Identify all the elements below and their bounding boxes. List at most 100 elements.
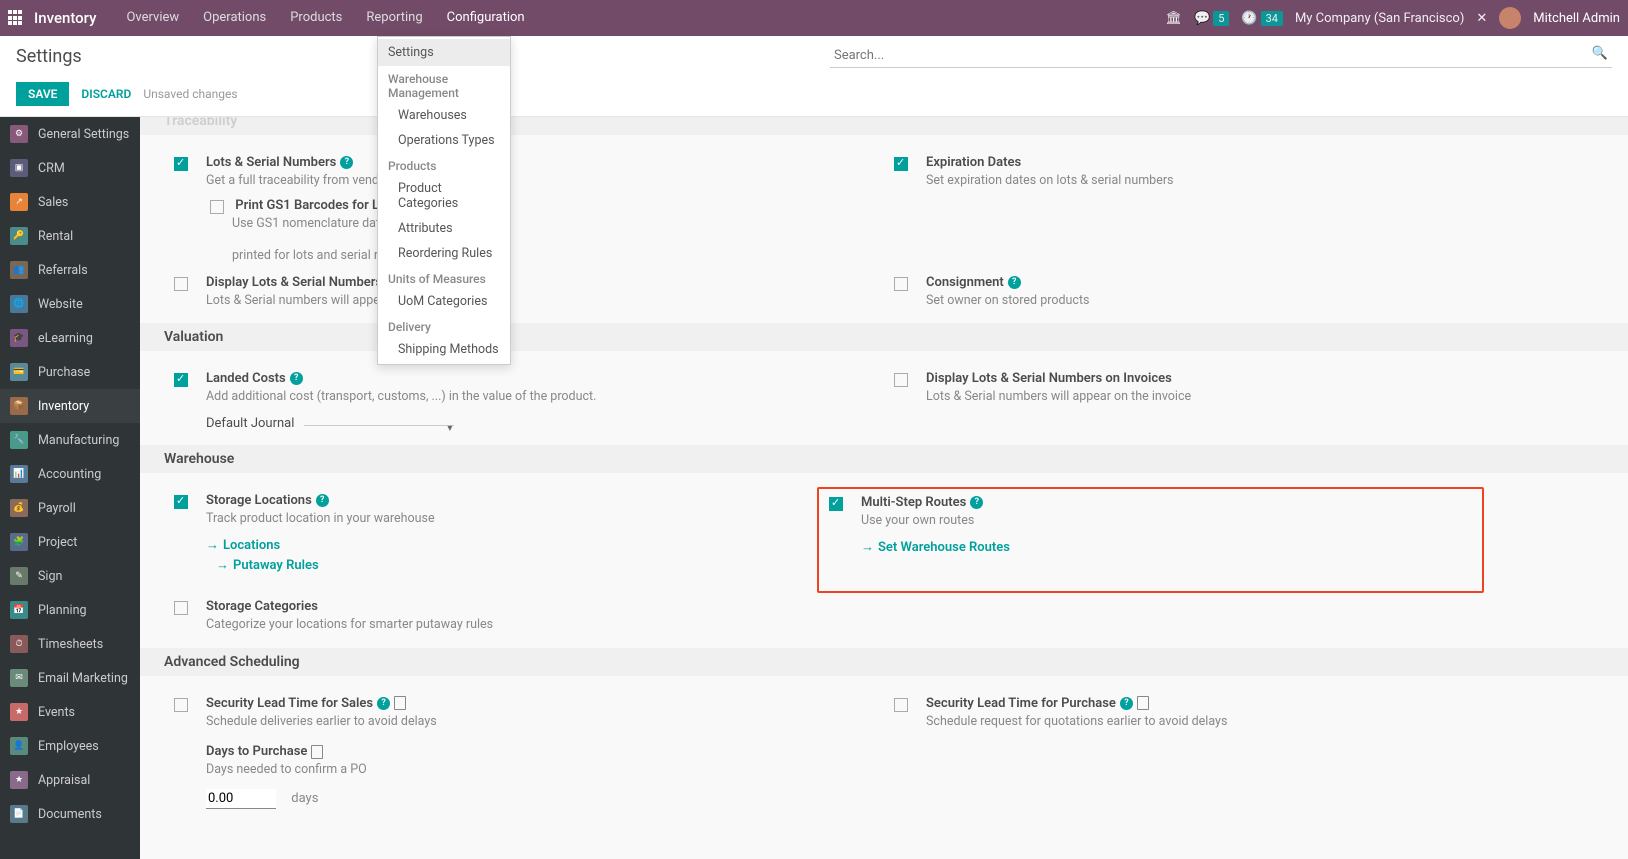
sidebar-item-referrals[interactable]: 👥 Referrals: [0, 253, 140, 287]
help-icon[interactable]: ?: [340, 156, 353, 169]
user-name[interactable]: Mitchell Admin: [1533, 11, 1620, 26]
setting-title: Display Lots & Serial Numbers o: [206, 275, 874, 290]
checkbox-display-lots-delivery[interactable]: [174, 277, 188, 291]
dropdown-warehouses[interactable]: Warehouses: [378, 103, 510, 128]
checkbox-lots-serial[interactable]: [174, 157, 188, 171]
menu-overview[interactable]: Overview: [114, 0, 191, 36]
sidebar-item-elearning[interactable]: 🎓eLearning: [0, 321, 140, 355]
help-icon[interactable]: ?: [970, 496, 983, 509]
referrals-icon: 👥: [10, 261, 28, 279]
sidebar-item-employees[interactable]: 👤Employees: [0, 729, 140, 763]
search-icon[interactable]: 🔍: [1592, 46, 1608, 61]
section-valuation: Landed Costs? Add additional cost (trans…: [140, 351, 1628, 445]
checkbox-lead-time-sales[interactable]: [174, 698, 188, 712]
dropdown-header-products: Products: [378, 153, 510, 176]
sidebar-item-crm[interactable]: ▣CRM: [0, 151, 140, 185]
sidebar-item-timesheets[interactable]: ⏱Timesheets: [0, 627, 140, 661]
setting-title: Lots & Serial Numbers: [206, 155, 336, 170]
setting-display-lots-invoice: Display Lots & Serial Numbers on Invoice…: [884, 365, 1604, 437]
sidebar-label: Payroll: [38, 501, 76, 516]
dropdown-attributes[interactable]: Attributes: [378, 216, 510, 241]
settings-content[interactable]: Traceability Lots & Serial Numbers? Get …: [140, 117, 1628, 859]
link-putaway-rules[interactable]: →Putaway Rules: [216, 557, 319, 573]
apps-menu-icon[interactable]: [8, 10, 24, 26]
menu-operations[interactable]: Operations: [191, 0, 278, 36]
setting-lots-serial: Lots & Serial Numbers? Get a full tracea…: [164, 149, 884, 269]
checkbox-consignment[interactable]: [894, 277, 908, 291]
help-icon[interactable]: ?: [316, 494, 329, 507]
app-brand[interactable]: Inventory: [34, 9, 96, 27]
setting-storage-locations: Storage Locations? Track product locatio…: [164, 487, 827, 594]
help-icon[interactable]: ?: [377, 697, 390, 710]
sidebar-item-appraisal[interactable]: ★Appraisal: [0, 763, 140, 797]
sidebar-item-planning[interactable]: 📅Planning: [0, 593, 140, 627]
checkbox-gs1[interactable]: [210, 200, 224, 214]
sidebar-label: Referrals: [38, 263, 88, 278]
link-locations[interactable]: →Locations: [206, 537, 280, 553]
sidebar-item-project[interactable]: 🧩Project: [0, 525, 140, 559]
save-button[interactable]: SAVE: [16, 82, 69, 106]
dropdown-product-categories[interactable]: Product Categories: [378, 176, 510, 216]
doc-icon[interactable]: [394, 696, 406, 710]
sidebar-item-rental[interactable]: 🔑Rental: [0, 219, 140, 253]
doc-icon[interactable]: [311, 745, 323, 759]
sidebar-label: Rental: [38, 229, 73, 244]
sidebar-item-website[interactable]: 🌐Website: [0, 287, 140, 321]
menu-reporting[interactable]: Reporting: [354, 0, 434, 36]
setting-consignment: Consignment? Set owner on stored product…: [884, 269, 1604, 316]
checkbox-storage-categories[interactable]: [174, 601, 188, 615]
header-actions: SAVE DISCARD Unsaved changes: [0, 76, 1628, 116]
link-set-warehouse-routes[interactable]: →Set Warehouse Routes: [861, 539, 1010, 555]
sidebar-item-sign[interactable]: ✎Sign: [0, 559, 140, 593]
help-icon[interactable]: ?: [290, 372, 303, 385]
setting-desc: Track product location in your warehouse: [206, 510, 817, 528]
discard-button[interactable]: DISCARD: [81, 87, 131, 101]
sidebar-item-purchase[interactable]: 💳Purchase: [0, 355, 140, 389]
company-switcher[interactable]: My Company (San Francisco): [1295, 11, 1464, 26]
section-advanced-scheduling: Security Lead Time for Sales? Schedule d…: [140, 676, 1628, 823]
doc-icon[interactable]: [1137, 696, 1149, 710]
checkbox-lead-time-purchase[interactable]: [894, 698, 908, 712]
menu-products[interactable]: Products: [278, 0, 354, 36]
default-journal-dropdown[interactable]: [304, 421, 454, 426]
sidebar-label: Manufacturing: [38, 433, 119, 448]
activities-icon[interactable]: 🕐34: [1241, 11, 1283, 26]
sidebar-item-manufacturing[interactable]: 🔧Manufacturing: [0, 423, 140, 457]
sidebar-item-documents[interactable]: 📄Documents: [0, 797, 140, 831]
dropdown-operation-types[interactable]: Operations Types: [378, 128, 510, 153]
sidebar-item-accounting[interactable]: 📊Accounting: [0, 457, 140, 491]
dropdown-shipping-methods[interactable]: Shipping Methods: [378, 337, 510, 362]
sidebar-label: Documents: [38, 807, 102, 822]
sidebar-item-sales[interactable]: ↗Sales: [0, 185, 140, 219]
dropdown-settings[interactable]: Settings: [378, 39, 510, 66]
checkbox-expiration[interactable]: [894, 157, 908, 171]
checkbox-multi-step-routes[interactable]: [829, 497, 843, 511]
dropdown-reordering-rules[interactable]: Reordering Rules: [378, 241, 510, 266]
page-header: Settings 🔍 SAVE DISCARD Unsaved changes: [0, 36, 1628, 117]
unsaved-changes-text: Unsaved changes: [143, 87, 237, 101]
checkbox-display-lots-invoice[interactable]: [894, 373, 908, 387]
menu-configuration[interactable]: Configuration: [435, 0, 537, 36]
user-avatar[interactable]: [1499, 7, 1521, 29]
sidebar-item-general[interactable]: ⚙General Settings: [0, 117, 140, 151]
tools-icon[interactable]: ✕: [1476, 11, 1487, 26]
sidebar-item-events[interactable]: ★Events: [0, 695, 140, 729]
help-icon[interactable]: ?: [1120, 697, 1133, 710]
help-icon[interactable]: ?: [1008, 276, 1021, 289]
messages-icon[interactable]: 💬5: [1194, 11, 1229, 26]
checkbox-storage-locations[interactable]: [174, 495, 188, 509]
navbar-left: Inventory Overview Operations Products R…: [8, 0, 537, 36]
building-icon[interactable]: 🏛: [1165, 11, 1182, 26]
days-to-purchase-input[interactable]: [206, 789, 276, 809]
sidebar-item-inventory[interactable]: 📦Inventory: [0, 389, 140, 423]
accounting-icon: 📊: [10, 465, 28, 483]
elearning-icon: 🎓: [10, 329, 28, 347]
dropdown-uom-categories[interactable]: UoM Categories: [378, 289, 510, 314]
arrow-right-icon: →: [861, 540, 874, 555]
checkbox-landed-costs[interactable]: [174, 373, 188, 387]
top-navbar: Inventory Overview Operations Products R…: [0, 0, 1628, 36]
search-input[interactable]: [830, 44, 1612, 68]
sidebar-item-email-marketing[interactable]: ✉Email Marketing: [0, 661, 140, 695]
dropdown-header-delivery: Delivery: [378, 314, 510, 337]
sidebar-item-payroll[interactable]: 💰Payroll: [0, 491, 140, 525]
